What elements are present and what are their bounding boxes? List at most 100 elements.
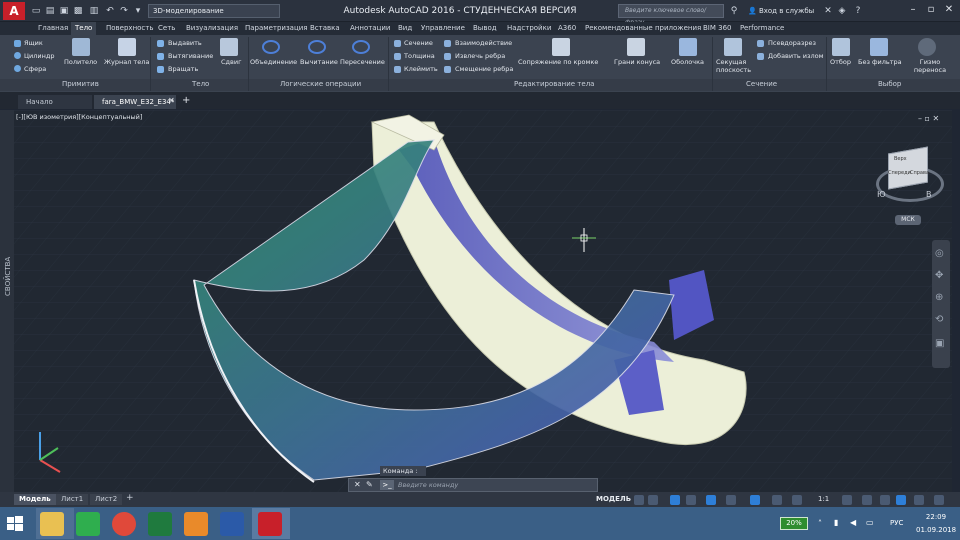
viewcube[interactable] — [888, 146, 928, 190]
interfere-button[interactable]: Взаимодействие — [455, 39, 512, 47]
tab-performance[interactable]: Performance — [740, 22, 784, 35]
customization-menu-icon[interactable] — [934, 495, 944, 505]
add-jog-button[interactable]: Добавить излом — [768, 52, 824, 60]
new-tab-icon[interactable]: + — [182, 95, 190, 106]
exchange-icon[interactable]: ✕ — [822, 5, 834, 17]
viewcube-top[interactable]: Верх — [894, 156, 907, 162]
tab-drawing-file[interactable]: fara_BMW_E32_E34* — [94, 95, 176, 109]
undo-icon[interactable]: ↶ — [104, 5, 116, 17]
tab-layout2[interactable]: Лист2 — [90, 494, 123, 505]
new-file-icon[interactable]: ▭ — [30, 5, 42, 17]
tab-addins[interactable]: Надстройки — [507, 22, 551, 35]
viewport-window-controls[interactable]: – ▫ ✕ — [918, 114, 939, 123]
steering-wheel-icon[interactable]: ◎ — [935, 248, 944, 259]
tab-layout1[interactable]: Лист1 — [56, 494, 89, 505]
extract-edges-button[interactable]: Извлечь ребра — [455, 52, 505, 60]
autocad-logo-button[interactable]: A — [3, 2, 25, 20]
revolve-button[interactable]: Вращать — [168, 65, 198, 73]
annotation-scale[interactable]: 1:1 — [818, 495, 829, 503]
culling-button[interactable]: Отбор — [830, 58, 851, 66]
presspull-button[interactable]: Сдвиг — [221, 58, 242, 66]
section-plane-button[interactable]: Секущая плоскость — [716, 58, 752, 74]
subtract-button[interactable]: Вычитание — [300, 58, 338, 66]
clock-date[interactable]: 01.09.2018 — [916, 526, 956, 534]
plus-icon[interactable] — [862, 495, 872, 505]
tab-bim360[interactable]: BIM 360 — [703, 22, 732, 35]
binoculars-icon[interactable]: ⚲ — [728, 5, 740, 17]
close-tab-icon[interactable]: ✕ — [168, 96, 175, 105]
extrude-button[interactable]: Выдавить — [168, 39, 202, 47]
pan-icon[interactable]: ✥ — [935, 270, 943, 281]
solid-history-button[interactable]: Журнал тела — [104, 58, 149, 66]
isolate-objects-icon[interactable] — [880, 495, 890, 505]
tab-surface[interactable]: Поверхность — [106, 22, 153, 35]
tab-start[interactable]: Начало — [18, 95, 92, 109]
command-input[interactable]: Введите команду — [398, 481, 458, 489]
clean-screen-icon[interactable] — [914, 495, 924, 505]
lineweight-icon[interactable] — [772, 495, 782, 505]
box-button[interactable]: Ящик — [24, 39, 43, 47]
tab-solid[interactable]: Тело — [71, 22, 97, 35]
tab-featured-apps[interactable]: Рекомендованные приложения — [585, 22, 701, 35]
minimize-button[interactable]: – — [904, 0, 922, 20]
union-button[interactable]: Объединение — [250, 58, 297, 66]
chevron-up-icon[interactable]: ˄ — [818, 519, 822, 528]
thicken-button[interactable]: Толщина — [404, 52, 435, 60]
open-folder-icon[interactable]: ▤ — [44, 5, 56, 17]
model-space-toggle[interactable]: МОДЕЛЬ — [596, 495, 631, 503]
start-button[interactable] — [0, 507, 30, 540]
showmotion-icon[interactable]: ▣ — [935, 338, 944, 349]
workspace-select[interactable]: 3D-моделирование — [148, 4, 280, 18]
close-command-icon[interactable]: ✕ — [354, 480, 361, 489]
offset-edges-button[interactable]: Смещение ребра — [455, 65, 513, 73]
help-icon[interactable]: ? — [852, 5, 864, 17]
snap-toggle-icon[interactable] — [648, 495, 658, 505]
properties-palette-strip[interactable] — [0, 110, 14, 492]
maximize-button[interactable]: ▫ — [922, 0, 940, 20]
fillet-edge-button[interactable]: Сопряжение по кромке — [518, 58, 598, 66]
tab-view[interactable]: Вид — [398, 22, 412, 35]
a360-icon[interactable]: ◈ — [836, 5, 848, 17]
osnap-toggle-icon[interactable] — [706, 495, 716, 505]
loft-button[interactable]: Вытягивание — [168, 52, 213, 60]
tab-annotate[interactable]: Аннотации — [350, 22, 390, 35]
drawing-viewport[interactable] — [14, 110, 952, 492]
sign-in-button[interactable]: 👤 Вход в службы — [748, 4, 818, 18]
viewcube-right[interactable]: Справа — [910, 170, 929, 176]
cylinder-button[interactable]: Цилиндр — [24, 52, 55, 60]
3d-osnap-icon[interactable] — [726, 495, 736, 505]
add-layout-icon[interactable]: + — [126, 493, 134, 503]
plot-icon[interactable]: ▥ — [88, 5, 100, 17]
close-window-button[interactable]: ✕ — [940, 0, 958, 20]
search-input[interactable]: Введите ключевое слово/фразу — [618, 4, 724, 26]
network-icon[interactable]: ▮ — [834, 518, 838, 527]
wrench-icon[interactable]: ✎ — [366, 480, 373, 489]
intersect-button[interactable]: Пересечение — [340, 58, 385, 66]
tab-mesh[interactable]: Сеть — [158, 22, 175, 35]
model-canvas[interactable] — [14, 110, 952, 492]
polysolid-button[interactable]: Политело — [64, 58, 97, 66]
viewport-controls-label[interactable]: [-][ЮВ изометрия][Концептуальный] — [16, 113, 142, 121]
live-section-button[interactable]: Псевдоразрез — [768, 39, 816, 47]
workspace-switch-icon[interactable] — [842, 495, 852, 505]
orbit-icon[interactable]: ⟲ — [935, 314, 943, 325]
move-gizmo-button[interactable]: Гизмо переноса — [910, 58, 950, 74]
tab-a360[interactable]: A360 — [558, 22, 576, 35]
ucs-menu-button[interactable]: МСК — [895, 215, 921, 225]
redo-icon[interactable]: ↷ — [118, 5, 130, 17]
no-filter-button[interactable]: Без фильтра — [858, 58, 902, 66]
shell-button[interactable]: Оболочка — [671, 58, 704, 66]
slice-button[interactable]: Сечение — [404, 39, 433, 47]
zoom-icon[interactable]: ⊕ — [935, 292, 943, 303]
tab-parametric[interactable]: Параметризация — [245, 22, 307, 35]
tab-insert[interactable]: Вставка — [310, 22, 340, 35]
save-as-icon[interactable]: ▩ — [72, 5, 84, 17]
notification-icon[interactable]: ▭ — [866, 518, 874, 527]
hardware-acceleration-icon[interactable] — [896, 495, 906, 505]
annotation-visibility-icon[interactable] — [792, 495, 802, 505]
tab-visualize[interactable]: Визуализация — [186, 22, 238, 35]
save-icon[interactable]: ▣ — [58, 5, 70, 17]
imprint-button[interactable]: Клеймить — [404, 65, 438, 73]
ortho-toggle-icon[interactable] — [670, 495, 680, 505]
otrack-icon[interactable] — [750, 495, 760, 505]
